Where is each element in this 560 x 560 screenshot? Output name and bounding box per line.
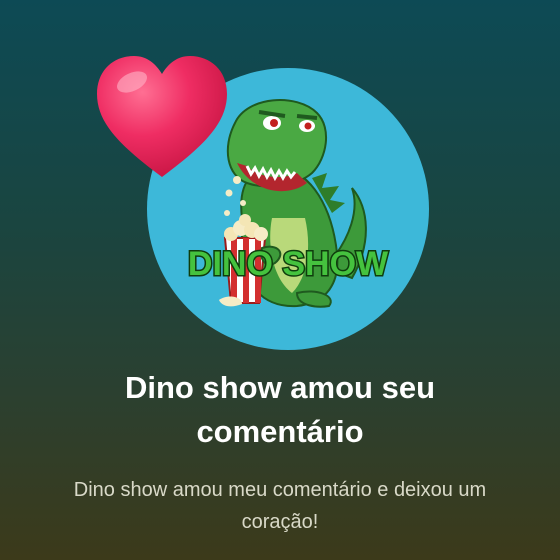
notification-subtitle: Dino show amou meu comentário e deixou u… xyxy=(73,479,487,533)
svg-text:DINO SHOW: DINO SHOW xyxy=(188,245,389,283)
reaction-notification: DINO SHOW DINO SHOW Dino show amou seu c… xyxy=(0,0,560,560)
heart-icon xyxy=(92,52,232,182)
notification-title: Dino show amou seu comentário xyxy=(124,370,436,449)
